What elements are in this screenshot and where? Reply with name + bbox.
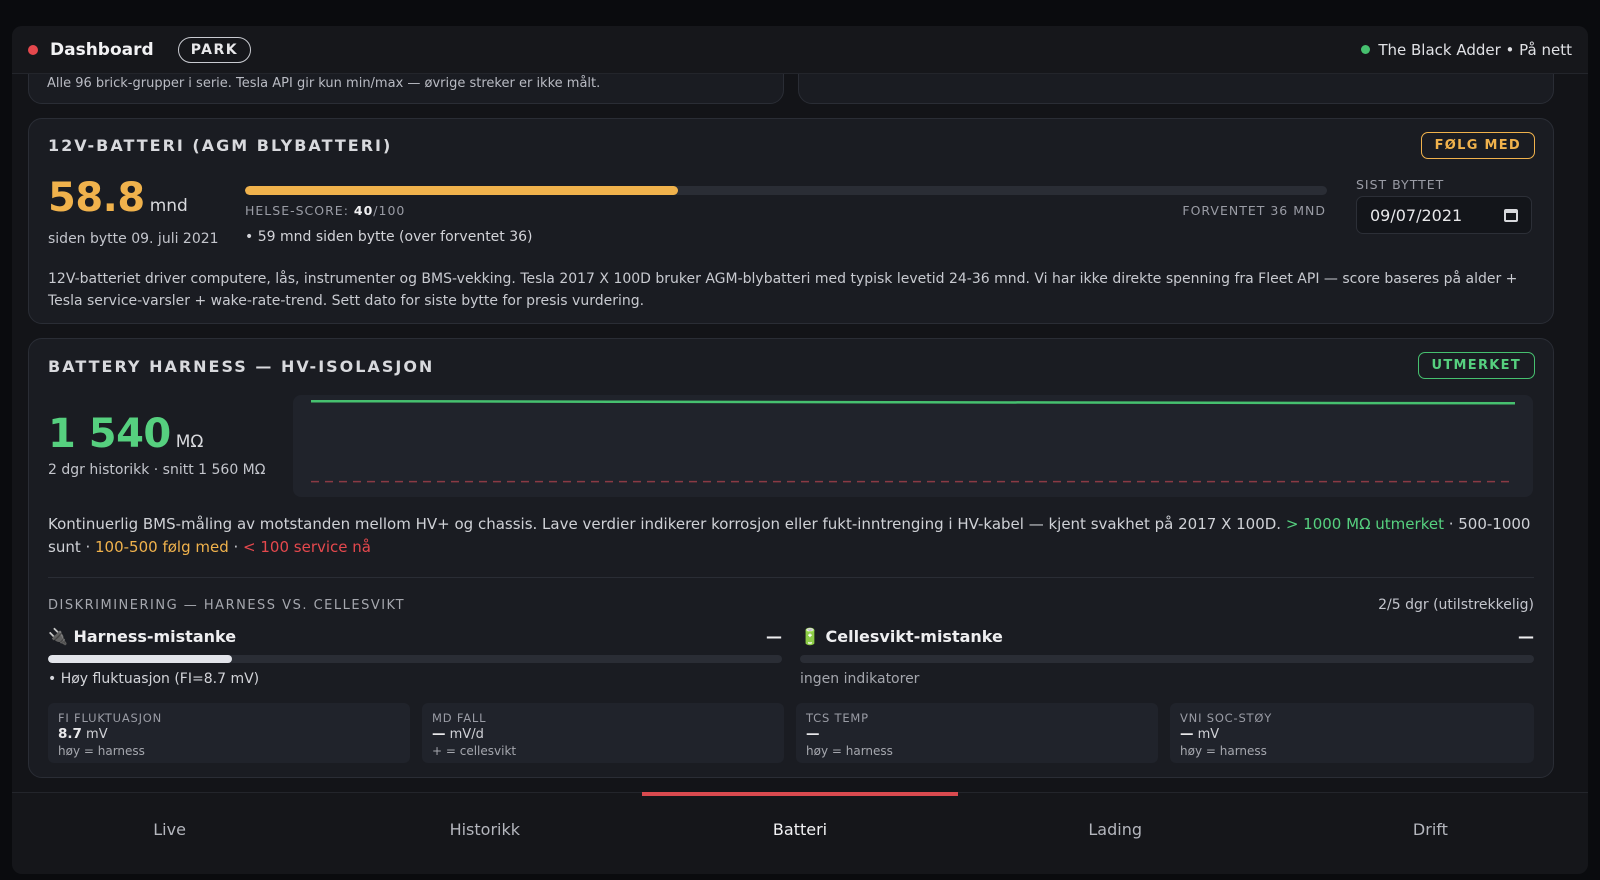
metric-label: VNI SOC-STØY [1180, 711, 1273, 725]
online-dot-icon [1361, 45, 1371, 54]
adjacent-card [798, 74, 1554, 104]
battery-age-unit: mnd [149, 196, 188, 216]
top-bar: Dashboard PARK The Black Adder • På nett [12, 26, 1588, 74]
isolation-description: Kontinuerlig BMS-måling av motstanden me… [48, 515, 1531, 556]
metric-label: TCS TEMP [806, 711, 869, 725]
health-score-label: HELSE-SCORE: 40/100 [245, 203, 406, 218]
metric-hint: høy = harness [806, 744, 893, 758]
legend-service: < 100 service nå [243, 538, 371, 556]
isolation-chart-svg [310, 399, 1516, 483]
harness-suspicion-fill [48, 655, 232, 663]
metric-hint: høy = harness [1180, 744, 1267, 758]
battery-12v-description: 12V-batteriet driver computere, lås, ins… [48, 271, 1518, 309]
metric-label: FI FLUKTUASJON [58, 711, 163, 725]
metric-tcs-temp: TCS TEMP — høy = harness [796, 703, 1158, 763]
vehicle-status: The Black Adder • På nett [1361, 41, 1572, 59]
metric-md-fall: MD FALL — mV/d + = cellesvikt [422, 703, 784, 763]
cell-voltage-note: Alle 96 brick-grupper i serie. Tesla API… [47, 76, 601, 91]
metric-value: — [432, 726, 446, 742]
tab-live[interactable]: Live [12, 793, 327, 874]
battery-harness-card: BATTERY HARNESS — HV-ISOLASJON UTMERKET … [28, 338, 1554, 778]
cell-suspicion-title: 🔋 Cellesvikt-mistanke [800, 627, 1003, 646]
expected-lifetime: FORVENTET 36 MND [1182, 203, 1326, 218]
harness-indicator: • Høy fluktuasjon (FI=8.7 mV) [48, 671, 260, 687]
isolation-number: 1 540 [48, 411, 171, 457]
metric-value: — [806, 726, 820, 742]
metric-unit: mV [1193, 727, 1220, 742]
metric-hint: høy = harness [58, 744, 145, 758]
tab-drift[interactable]: Drift [1273, 793, 1588, 874]
metric-hint: + = cellesvikt [432, 744, 517, 758]
metric-vni-soc-noise: VNI SOC-STØY — mV høy = harness [1170, 703, 1534, 763]
content-scroll-area[interactable]: Alle 96 brick-grupper i serie. Tesla API… [12, 74, 1588, 792]
legend-watch: 100-500 følg med [95, 538, 229, 556]
isolation-chart [293, 395, 1533, 497]
health-score-bar [245, 186, 1327, 195]
status-badge: UTMERKET [1417, 352, 1535, 379]
battery-age: 58.8 mnd [48, 175, 188, 221]
calendar-icon[interactable] [1504, 208, 1518, 222]
cell-suspicion-bar [800, 655, 1534, 663]
bottom-tab-bar: Live Historikk Batteri Lading Drift [12, 792, 1588, 874]
isolation-series-line [310, 399, 1516, 405]
battery-age-value: 58.8 [48, 175, 145, 221]
last-changed-date-value: 09/07/2021 [1370, 205, 1463, 225]
status-badge: FØLG MED [1420, 132, 1535, 159]
metric-fi-fluctuation: FI FLUKTUASJON 8.7 mV høy = harness [48, 703, 410, 763]
last-changed-date-input[interactable]: 09/07/2021 [1356, 196, 1532, 234]
metric-label: MD FALL [432, 711, 487, 725]
vehicle-status-text: The Black Adder • På nett [1378, 40, 1572, 59]
card-title: 12V-BATTERI (AGM BLYBATTERI) [48, 136, 393, 155]
harness-suspicion-bar [48, 655, 782, 663]
tab-batteri[interactable]: Batteri [642, 792, 958, 874]
isolation-unit: MΩ [175, 432, 204, 452]
harness-suspicion: 🔌 Harness-mistanke — • Høy fluktuasjon (… [48, 627, 782, 687]
discrimination-title: DISKRIMINERING — HARNESS VS. CELLESVIKT [48, 598, 406, 613]
divider [48, 577, 1534, 578]
metric-unit: mV [81, 727, 108, 742]
cell-indicator: ingen indikatorer [800, 671, 920, 687]
metric-unit: mV/d [445, 727, 484, 742]
app-window: Dashboard PARK The Black Adder • På nett… [12, 26, 1588, 874]
health-score-value: 40 [353, 203, 374, 218]
harness-suspicion-value: — [766, 627, 782, 646]
discrimination-days: 2/5 dgr (utilstrekkelig) [1378, 597, 1534, 613]
isolation-history: 2 dgr historikk · snitt 1 560 MΩ [48, 462, 266, 478]
cell-suspicion-value: — [1518, 627, 1534, 646]
metric-value: — [1180, 726, 1194, 742]
cell-suspicion: 🔋 Cellesvikt-mistanke — ingen indikatore… [800, 627, 1534, 687]
age-indicator: • 59 mnd siden bytte (over forventet 36) [245, 229, 533, 245]
record-dot-icon [28, 44, 38, 55]
legend-excellent: > 1000 MΩ utmerket [1285, 515, 1444, 533]
cell-voltage-card: Alle 96 brick-grupper i serie. Tesla API… [28, 74, 784, 104]
harness-suspicion-title: 🔌 Harness-mistanke [48, 627, 237, 646]
page-title: Dashboard [50, 39, 154, 60]
card-title: BATTERY HARNESS — HV-ISOLASJON [48, 357, 435, 376]
metric-value: 8.7 [58, 726, 82, 742]
tab-lading[interactable]: Lading [958, 793, 1273, 874]
health-score-fill [245, 186, 678, 195]
isolation-value: 1 540 MΩ [48, 411, 203, 457]
battery-12v-card: 12V-BATTERI (AGM BLYBATTERI) FØLG MED 58… [28, 118, 1554, 324]
since-replacement: siden bytte 09. juli 2021 [48, 231, 219, 247]
drive-mode-badge: PARK [177, 36, 252, 63]
last-changed-label: SIST BYTTET [1356, 177, 1445, 192]
tab-historikk[interactable]: Historikk [327, 793, 642, 874]
